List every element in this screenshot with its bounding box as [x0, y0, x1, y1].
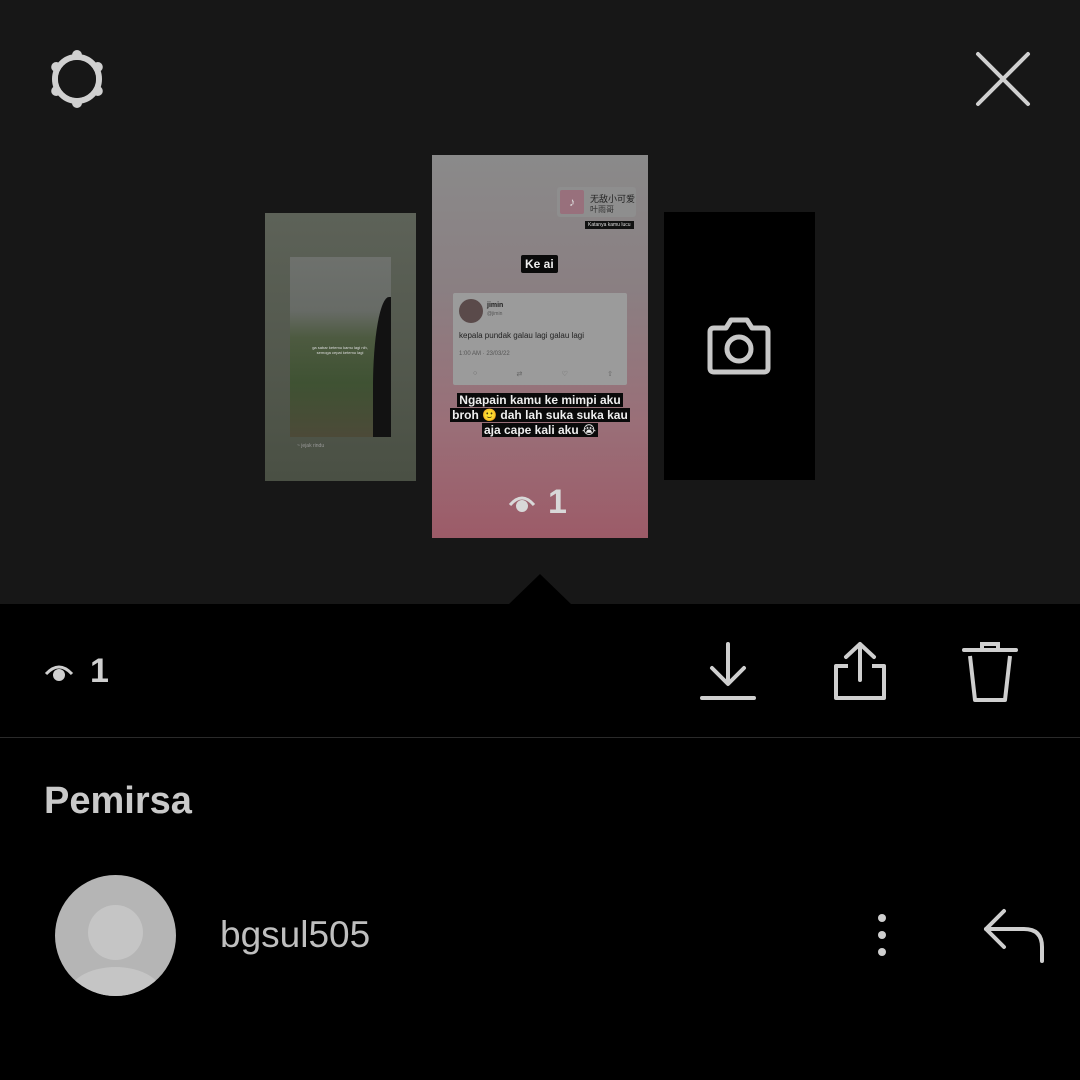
- retweet-icon: ⇄: [516, 371, 523, 378]
- settings-button[interactable]: [44, 46, 110, 112]
- trash-icon: [962, 642, 1018, 702]
- viewers-heading: Pemirsa: [44, 780, 192, 822]
- tweet-text: kepala pundak galau lagi galau lagi: [459, 331, 584, 340]
- story-caption: Ngapain kamu ke mimpi aku broh 🙂 dah lah…: [444, 393, 636, 438]
- story-caption: ga sabar ketemu kamu lagi nih, semoga ce…: [312, 345, 368, 355]
- views-count: 1: [90, 652, 109, 690]
- download-button[interactable]: [698, 640, 758, 704]
- close-button[interactable]: [970, 46, 1036, 112]
- avatar-head: [88, 905, 143, 960]
- share-icon: [834, 642, 886, 700]
- selection-pointer: [508, 574, 572, 605]
- view-count-value: 1: [548, 483, 567, 521]
- car-window-frame: [373, 297, 391, 437]
- eye-icon: [508, 496, 536, 512]
- tweet-card: jimin @jimin kepala pundak galau lagi ga…: [453, 293, 627, 385]
- divider: [0, 737, 1080, 738]
- delete-button[interactable]: [960, 640, 1020, 704]
- share-button[interactable]: [830, 640, 890, 704]
- text-sticker: Ke ai: [521, 255, 558, 273]
- tweet-actions: ○ ⇄ ♡ ⇧: [473, 370, 613, 378]
- comment-icon: ○: [473, 370, 478, 377]
- more-options-button[interactable]: [860, 910, 904, 960]
- reply-button[interactable]: [980, 905, 1050, 965]
- story-thumbnail-add[interactable]: [664, 212, 815, 480]
- caption-line: aja cape kali aku 😭: [481, 423, 599, 437]
- gear-icon: [51, 50, 103, 108]
- heart-icon: ♡: [561, 371, 568, 378]
- story-image: ga sabar ketemu kamu lagi nih, semoga ce…: [290, 257, 391, 437]
- caption-line: broh 🙂 dah lah suka suka kau: [450, 408, 630, 422]
- story-preview-area: ga sabar ketemu kamu lagi nih, semoga ce…: [0, 0, 1080, 605]
- avatar-body: [67, 967, 164, 996]
- tweet-name: jimin: [487, 302, 504, 309]
- album-art: ♪: [560, 190, 584, 214]
- story-thumbnail-current[interactable]: ♪ 无敌小可爱 叶雨哥 Katanya kamu lucu Ke ai jimi…: [432, 155, 648, 538]
- reply-icon: [984, 909, 1044, 963]
- eye-icon: [44, 665, 74, 681]
- share-icon: ⇧: [607, 371, 613, 378]
- avatar[interactable]: [55, 875, 176, 996]
- close-icon: [976, 52, 1030, 106]
- viewer-username[interactable]: bgsul505: [220, 914, 370, 956]
- music-artist: 叶雨哥: [590, 205, 614, 214]
- download-icon: [700, 642, 756, 700]
- viewer-list-item[interactable]: bgsul505: [0, 870, 1080, 1000]
- caption-line: Ngapain kamu ke mimpi aku: [457, 393, 623, 407]
- tweet-time: 1:00 AM · 23/03/22: [459, 351, 510, 357]
- story-view-count: 1: [508, 483, 567, 522]
- more-vertical-icon: [878, 914, 886, 956]
- camera-icon: [707, 317, 771, 375]
- views-summary[interactable]: 1: [44, 652, 109, 691]
- story-thumbnail-previous[interactable]: ga sabar ketemu kamu lagi nih, semoga ce…: [265, 213, 416, 481]
- tweet-avatar: [459, 299, 483, 323]
- music-caption: Katanya kamu lucu: [585, 221, 634, 229]
- tweet-handle: @jimin: [487, 311, 503, 317]
- music-sticker: ♪ 无敌小可爱 叶雨哥: [557, 187, 636, 217]
- story-signature: ~ jejak rindu: [297, 443, 325, 449]
